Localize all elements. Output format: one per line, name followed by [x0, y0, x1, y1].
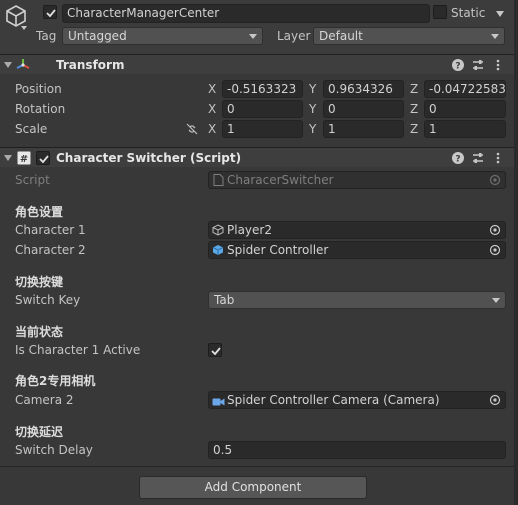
- prefab-cube-icon: [212, 224, 224, 236]
- static-dropdown-caret[interactable]: [496, 11, 504, 17]
- section-header-switch-key: 切换按键: [15, 275, 64, 289]
- gameobject-header: CharacterManagerCenter Static Tag Untagg…: [0, 0, 518, 54]
- tag-value: Untagged: [68, 29, 127, 43]
- character1-field[interactable]: Player2: [208, 221, 506, 239]
- character2-label: Character 2: [15, 243, 86, 257]
- position-label: Position: [15, 82, 62, 96]
- position-z-field[interactable]: -0.04722583: [424, 80, 506, 98]
- static-label: Static: [451, 6, 486, 20]
- gameobject-cube-icon: [4, 4, 28, 28]
- switch-key-value: Tab: [214, 293, 235, 307]
- transform-title: Transform: [56, 58, 125, 72]
- rotation-z-axis[interactable]: Z: [410, 101, 422, 117]
- foldout-arrow-icon[interactable]: [4, 155, 12, 161]
- position-y-field[interactable]: 0.9634326: [323, 80, 404, 98]
- position-z-axis[interactable]: Z: [410, 81, 422, 97]
- camera2-field[interactable]: Spider Controller Camera (Camera): [208, 391, 506, 409]
- position-x-axis[interactable]: X: [208, 81, 220, 97]
- switch-delay-label: Switch Delay: [15, 443, 93, 457]
- help-icon[interactable]: ?: [451, 58, 465, 72]
- script-field: CharacerSwitcher: [208, 171, 506, 189]
- tag-dropdown[interactable]: Untagged: [62, 27, 263, 45]
- camera2-value: Spider Controller Camera (Camera): [227, 393, 440, 407]
- kebab-menu-icon[interactable]: [491, 58, 505, 72]
- constrain-proportions-icon[interactable]: [185, 122, 199, 136]
- rotation-label: Rotation: [15, 102, 66, 116]
- position-y-axis[interactable]: Y: [309, 81, 321, 97]
- scale-x-axis[interactable]: X: [208, 121, 220, 137]
- add-component-button[interactable]: Add Component: [139, 476, 367, 499]
- chevron-down-icon: [249, 34, 257, 39]
- static-checkbox[interactable]: [433, 5, 447, 19]
- icon-dropdown-caret[interactable]: [21, 26, 27, 30]
- script-component-title: Character Switcher (Script): [56, 151, 242, 165]
- gameobject-name-field[interactable]: CharacterManagerCenter: [62, 4, 430, 23]
- script-component-header[interactable]: # Character Switcher (Script) ?: [0, 147, 518, 167]
- csharp-script-icon: #: [17, 151, 31, 165]
- is-character1-active-label: Is Character 1 Active: [15, 343, 141, 357]
- section-header-current-state: 当前状态: [15, 325, 64, 339]
- character2-value: Spider Controller: [227, 243, 329, 257]
- svg-text:?: ?: [455, 155, 460, 165]
- rotation-z-field[interactable]: 0: [424, 100, 506, 118]
- camera-icon: [212, 395, 225, 406]
- position-x-field[interactable]: -0.5163323: [222, 80, 303, 98]
- character1-value: Player2: [227, 223, 272, 237]
- scale-y-field[interactable]: 1: [323, 120, 404, 138]
- presets-icon[interactable]: [471, 151, 485, 165]
- component-divider: [0, 466, 518, 467]
- section-header-character-settings: 角色设置: [15, 205, 64, 219]
- object-picker-icon[interactable]: [489, 224, 501, 236]
- switch-key-dropdown[interactable]: Tab: [208, 291, 506, 309]
- presets-icon[interactable]: [471, 58, 485, 72]
- svg-text:#: #: [20, 154, 28, 165]
- transform-header[interactable]: Transform ?: [0, 54, 518, 74]
- object-picker-icon[interactable]: [489, 394, 501, 406]
- active-checkbox[interactable]: [43, 5, 57, 19]
- scale-z-field[interactable]: 1: [424, 120, 506, 138]
- rotation-y-field[interactable]: 0: [323, 100, 404, 118]
- rotation-x-axis[interactable]: X: [208, 101, 220, 117]
- object-picker-icon[interactable]: [489, 244, 501, 256]
- script-file-icon: [213, 174, 224, 186]
- transform-axes-icon: [16, 58, 30, 72]
- svg-text:?: ?: [455, 62, 460, 72]
- scale-y-axis[interactable]: Y: [309, 121, 321, 137]
- script-value: CharacerSwitcher: [227, 173, 334, 187]
- tag-label: Tag: [36, 29, 57, 43]
- scale-x-field[interactable]: 1: [222, 120, 303, 138]
- switch-key-label: Switch Key: [15, 293, 81, 307]
- is-character1-active-checkbox[interactable]: [208, 343, 222, 357]
- help-icon[interactable]: ?: [451, 151, 465, 165]
- kebab-menu-icon[interactable]: [491, 151, 505, 165]
- object-picker-icon: [489, 174, 501, 186]
- scale-label: Scale: [15, 122, 48, 136]
- prefab-blue-cube-icon: [212, 244, 224, 256]
- camera2-label: Camera 2: [15, 393, 74, 407]
- section-header-switch-delay: 切换延迟: [15, 425, 64, 439]
- chevron-down-icon: [492, 298, 500, 303]
- layer-dropdown[interactable]: Default: [313, 27, 505, 45]
- character2-field[interactable]: Spider Controller: [208, 241, 506, 259]
- script-label: Script: [15, 173, 50, 187]
- layer-value: Default: [319, 29, 363, 43]
- inspector-edge: [514, 0, 518, 505]
- foldout-arrow-icon[interactable]: [4, 62, 12, 68]
- scale-z-axis[interactable]: Z: [410, 121, 422, 137]
- chevron-down-icon: [491, 34, 499, 39]
- component-enabled-checkbox[interactable]: [36, 151, 50, 165]
- rotation-y-axis[interactable]: Y: [309, 101, 321, 117]
- section-header-camera: 角色2专用相机: [15, 374, 96, 388]
- layer-label: Layer: [277, 29, 311, 43]
- rotation-x-field[interactable]: 0: [222, 100, 303, 118]
- character1-label: Character 1: [15, 223, 86, 237]
- switch-delay-field[interactable]: 0.5: [208, 441, 506, 459]
